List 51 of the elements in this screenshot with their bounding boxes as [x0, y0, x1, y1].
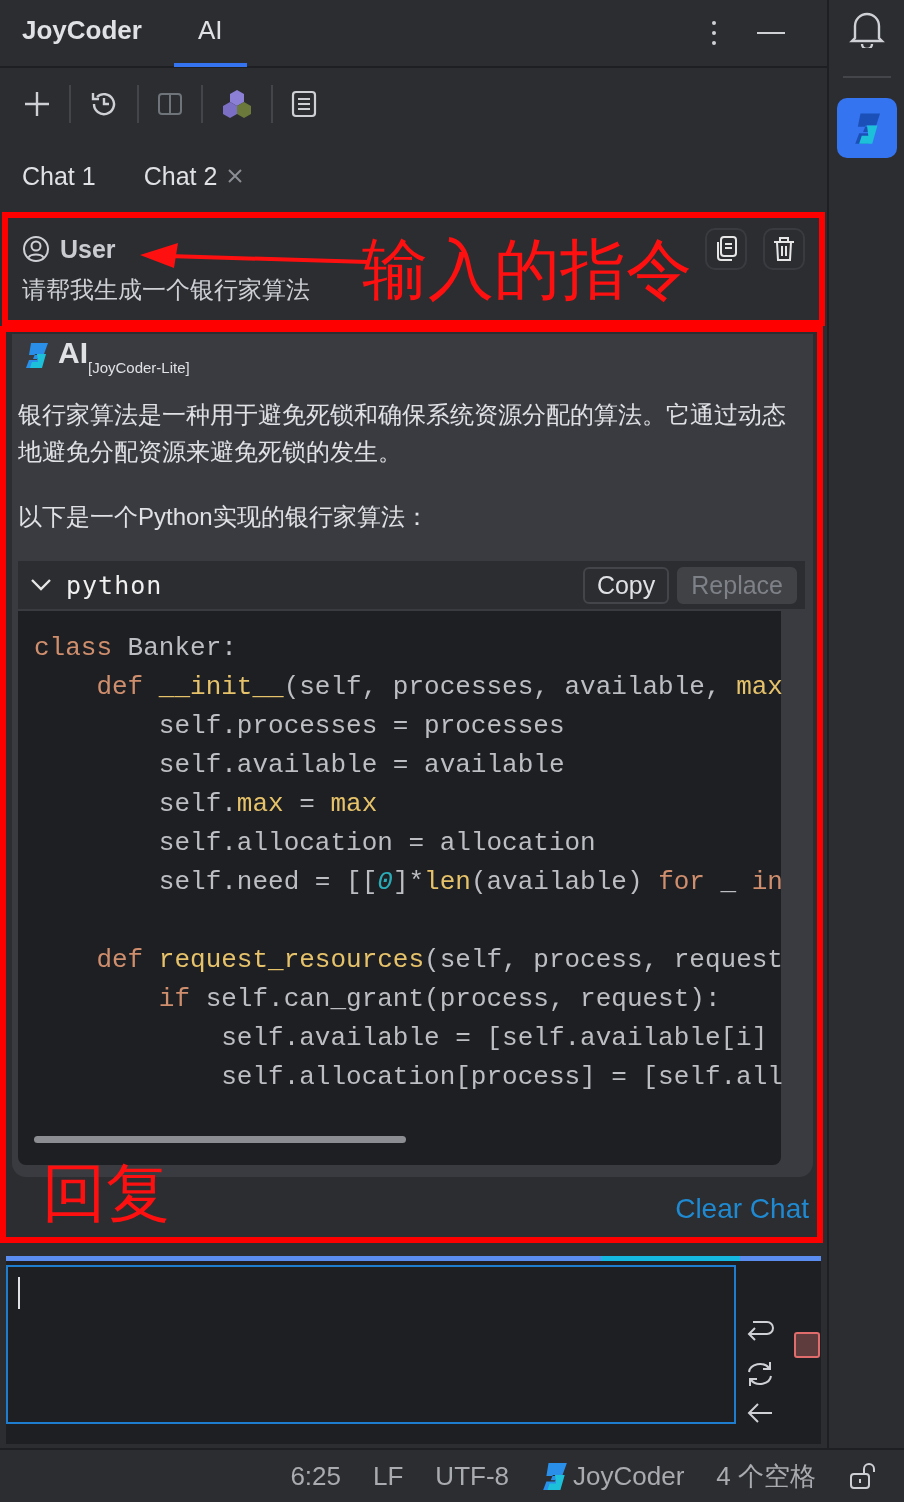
code-line: def __init__(self, processes, available, max: [95, 671, 781, 704]
code-language: python: [66, 570, 163, 600]
stop-button[interactable]: [794, 1331, 820, 1358]
status-item[interactable]: 6:25: [290, 1460, 341, 1492]
close-icon[interactable]: [227, 168, 244, 184]
code-line: class Banker:: [34, 632, 238, 665]
unlocked-lock-icon[interactable]: [848, 1462, 876, 1490]
more-icon[interactable]: [711, 20, 717, 46]
message-text: 请帮我生成一个银行家算法: [22, 275, 311, 305]
code-line: self.max = max: [157, 788, 379, 821]
code-line: self.processes = processes: [157, 710, 566, 743]
split-icon[interactable]: [157, 91, 183, 117]
status-item[interactable]: 4 个空格: [716, 1458, 816, 1494]
lightning-logo-icon: [541, 1460, 570, 1492]
author-name: AI: [58, 338, 88, 368]
author-name: User: [60, 234, 116, 264]
document-icon[interactable]: [291, 90, 317, 118]
model-name: [JoyCoder-Lite]: [88, 359, 190, 376]
reply-paragraph: 银行家算法是一种用于避免死锁和确保系统资源分配的算法。它通过动态地避免分配资源来避免死锁的发生。: [18, 400, 787, 467]
reply-paragraph: 以下是一个Python实现的银行家算法：: [18, 502, 430, 532]
clear-chat-link[interactable]: Clear Chat: [675, 1193, 809, 1225]
panel-tab[interactable]: AI: [173, 0, 247, 67]
back-arrow-icon[interactable]: [746, 1402, 774, 1424]
annotation-label: 输入的指令: [362, 236, 692, 302]
chat-tab[interactable]: Chat 1: [22, 140, 96, 216]
panel-tab[interactable]: JoyCoder: [22, 0, 142, 67]
lightning-logo-icon: [24, 342, 50, 368]
copy-button[interactable]: [705, 228, 747, 270]
annotation-label: 回复: [42, 1161, 170, 1225]
chat-tab[interactable]: Chat 2: [119, 140, 284, 216]
user-avatar-icon: [22, 235, 50, 263]
plus-icon[interactable]: [23, 90, 51, 118]
trash-icon[interactable]: [772, 235, 796, 263]
delete-button[interactable]: [763, 228, 805, 270]
status-item[interactable]: UTF-8: [435, 1460, 510, 1492]
code-line: self.available = available: [157, 749, 566, 782]
app-button[interactable]: [836, 98, 897, 158]
status-item[interactable]: LF: [373, 1460, 404, 1492]
message-input[interactable]: [6, 1265, 736, 1424]
code-line: self.allocation[process] = [self.all: [220, 1061, 781, 1094]
code-line: self.allocation = allocation: [157, 827, 597, 860]
chevron-down-icon[interactable]: [30, 578, 52, 592]
code-button[interactable]: Copy: [582, 566, 670, 604]
code-line: self.need = [[0]*len(available) for _ in: [157, 866, 781, 899]
code-line: def request_resources(self, process, request: [95, 944, 781, 977]
cubes-icon[interactable]: [221, 88, 253, 120]
scrollbar-thumb[interactable]: [34, 1136, 406, 1143]
code-line: self.available = [self.available[i]: [220, 1022, 769, 1055]
code-line: if self.can_grant(process, request):: [157, 983, 722, 1016]
status-item[interactable]: JoyCoder: [573, 1460, 685, 1492]
minimize-icon[interactable]: [757, 31, 785, 35]
